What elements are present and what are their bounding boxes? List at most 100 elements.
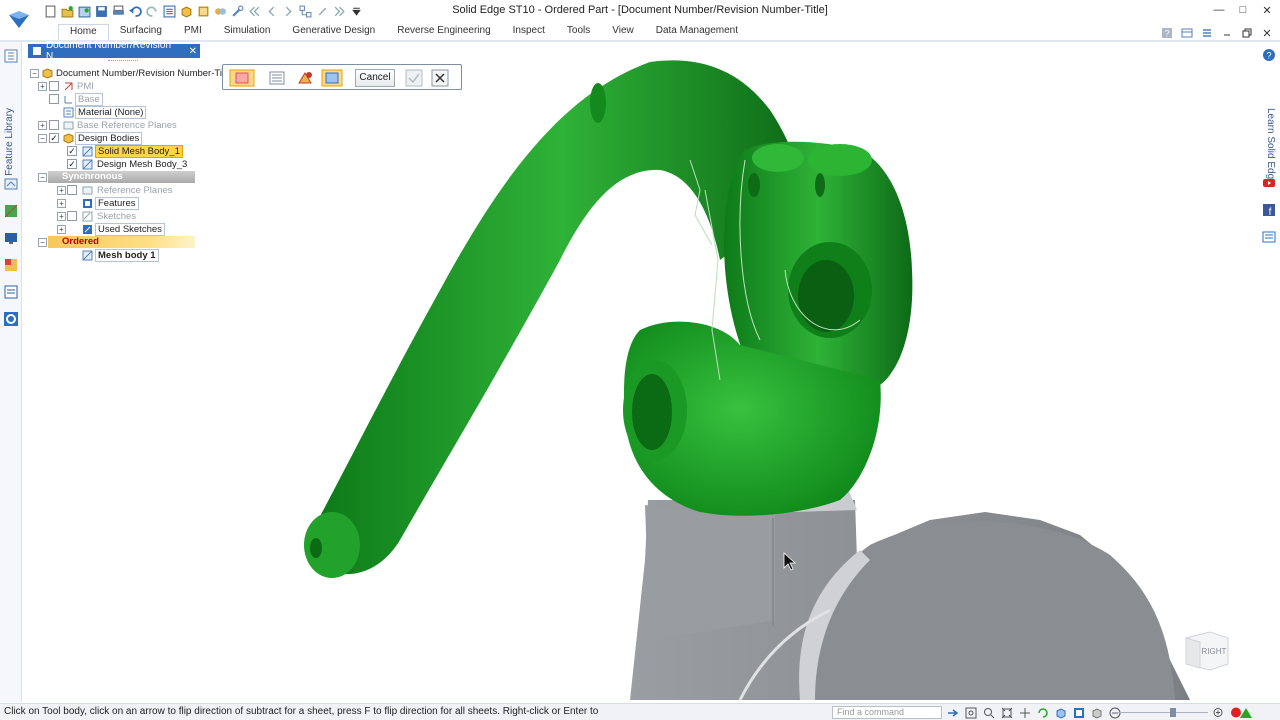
doc-close-icon[interactable] [1260,26,1274,40]
tab-view[interactable]: View [601,24,645,40]
tree-item-synchronous[interactable]: − Synchronous [28,171,228,184]
expand-icon[interactable]: + [57,212,66,221]
customize-dropdown-icon[interactable] [348,3,364,19]
tab-generative-design[interactable]: Generative Design [281,24,386,40]
tree-item-pmi[interactable]: + PMI [28,80,228,93]
fit-icon[interactable] [1000,706,1014,719]
expand-icon[interactable]: + [57,199,66,208]
community-icon[interactable] [1262,230,1276,244]
pathfinder-tab[interactable]: Document Number/Revision N... ✕ [28,40,200,62]
tree-item-reference-planes[interactable]: + Reference Planes [28,184,228,197]
expand-icon[interactable]: + [38,121,47,130]
tree-item-design-mesh-body[interactable]: ✓ Design Mesh Body_3 [28,158,228,171]
zoom-slider[interactable] [1108,708,1228,717]
tree-item-solid-mesh-body[interactable]: ✓ Solid Mesh Body_1 [28,145,228,158]
redo-icon[interactable] [144,3,160,19]
view-orient-icon[interactable] [1054,706,1068,719]
display-icon[interactable] [3,203,19,219]
pmi-checkbox[interactable] [49,81,59,91]
sketches-checkbox[interactable] [67,211,77,221]
tab-tools[interactable]: Tools [556,24,601,40]
save-icon[interactable] [93,3,109,19]
cancel-button[interactable]: Cancel [355,69,395,87]
tree-item-mesh-body[interactable]: Mesh body 1 [28,249,228,262]
list-options-icon[interactable] [267,69,287,87]
feature-library-tab[interactable]: Feature Library [4,108,15,176]
open-file-icon[interactable] [76,3,92,19]
color-icon[interactable] [3,257,19,273]
tab-home[interactable]: Home [58,24,109,40]
reference-planes-checkbox[interactable] [67,185,77,195]
accept-icon[interactable] [405,69,423,87]
pathfinder-grip[interactable] [108,60,138,62]
app-menu-icon[interactable] [6,6,32,32]
named-views-icon[interactable] [1072,706,1086,719]
tree-item-root[interactable]: − Document Number/Revision Number-Title [28,67,232,80]
layers-icon[interactable] [3,176,19,192]
graphics-viewport[interactable] [200,42,1256,702]
forward-icon[interactable] [280,3,296,19]
tree-item-base[interactable]: Base [28,93,228,106]
part-icon[interactable] [178,3,194,19]
rules-icon[interactable] [3,284,19,300]
design-mesh-body-checkbox[interactable]: ✓ [67,159,77,169]
new-icon[interactable] [42,3,58,19]
base-checkbox[interactable] [49,94,59,104]
expand-icon[interactable]: − [38,134,47,143]
expand-icon[interactable]: + [57,186,66,195]
view-cube[interactable]: RIGHT [1180,630,1232,672]
expand-icon[interactable]: − [38,238,47,247]
tab-reverse-engineering[interactable]: Reverse Engineering [386,24,501,40]
base-reference-planes-checkbox[interactable] [49,120,59,130]
monitor-icon[interactable] [3,230,19,246]
help-circle-icon[interactable]: ? [1262,48,1276,62]
arrow-right-icon[interactable] [946,706,960,719]
open-icon[interactable] [59,3,75,19]
undo-icon[interactable] [127,3,143,19]
close-icon[interactable]: ✕ [1258,2,1276,18]
expand-icon[interactable]: − [30,69,39,78]
ribbon-options-icon[interactable] [1200,26,1214,40]
tool-body-icon[interactable] [295,69,315,87]
youtube-icon[interactable] [1262,176,1276,190]
expand-icon[interactable]: + [57,225,66,234]
rotate-icon[interactable] [1036,706,1050,719]
pan-icon[interactable] [1018,706,1032,719]
properties-icon[interactable] [161,3,177,19]
previous-icon[interactable] [246,3,262,19]
tree-item-used-sketches[interactable]: + Used Sketches [28,223,228,236]
zoom-area-icon[interactable] [964,706,978,719]
print-icon[interactable] [110,3,126,19]
tool-body[interactable] [304,60,913,578]
tree-item-features[interactable]: + Features [28,197,228,210]
find-command-input[interactable]: Find a command [832,706,942,719]
shading-icon[interactable] [1090,706,1104,719]
expand-icon[interactable]: − [38,173,47,182]
facebook-icon[interactable]: f [1262,203,1276,217]
tree-item-design-bodies[interactable]: − ✓ Design Bodies [28,132,228,145]
layout-icon[interactable] [1180,26,1194,40]
next-icon[interactable] [331,3,347,19]
design-bodies-checkbox[interactable]: ✓ [49,133,59,143]
settings-icon[interactable] [3,311,19,327]
assembly-icon[interactable] [212,3,228,19]
doc-minimize-icon[interactable] [1220,26,1234,40]
tree-item-sketches[interactable]: + Sketches [28,210,228,223]
tree-item-ordered[interactable]: − Ordered [28,236,228,249]
pathfinder-icon[interactable] [3,48,19,64]
subtract-icon[interactable] [321,69,343,87]
pathfinder-close-icon[interactable]: ✕ [189,46,197,57]
tab-inspect[interactable]: Inspect [502,24,556,40]
zoom-icon[interactable] [982,706,996,719]
minimize-icon[interactable]: — [1210,2,1228,18]
tree-item-material[interactable]: Material (None) [28,106,228,119]
tab-data-management[interactable]: Data Management [645,24,749,40]
doc-restore-icon[interactable] [1240,26,1254,40]
link-icon[interactable] [314,3,330,19]
tree-item-base-reference-planes[interactable]: + Base Reference Planes [28,119,228,132]
tab-surfacing[interactable]: Surfacing [109,24,173,40]
structure-icon[interactable] [297,3,313,19]
maximize-icon[interactable]: □ [1234,2,1252,18]
solid-mesh-body-checkbox[interactable]: ✓ [67,146,77,156]
tab-pmi[interactable]: PMI [173,24,213,40]
